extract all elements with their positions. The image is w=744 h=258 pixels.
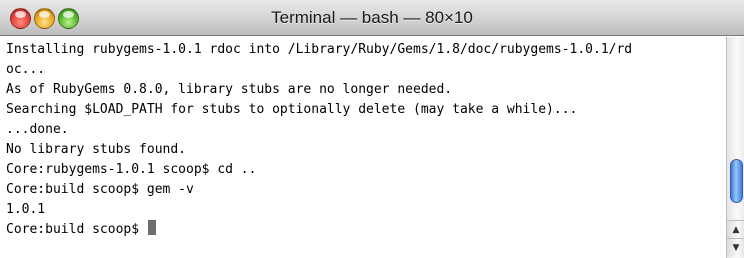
- text-cursor: [147, 220, 156, 235]
- terminal-line: As of RubyGems 0.8.0, library stubs are …: [6, 82, 453, 97]
- terminal-line: ...done.: [6, 122, 69, 137]
- terminal-line: 1.0.1: [6, 202, 46, 217]
- terminal-line: No library stubs found.: [6, 142, 187, 157]
- terminal-window: Terminal — bash — 80×10 Installing rubyg…: [0, 0, 744, 258]
- terminal-line: Core:build scoop$ gem -v: [6, 182, 194, 197]
- terminal-line: Core:rubygems-1.0.1 scoop$ cd ..: [6, 162, 257, 177]
- vertical-scrollbar[interactable]: ▲ ▼: [726, 37, 744, 258]
- scrollbar-thumb[interactable]: [730, 159, 743, 203]
- prompt-text: Core:build scoop$: [6, 222, 147, 237]
- terminal-line: Installing rubygems-1.0.1 rdoc into /Lib…: [6, 42, 633, 57]
- arrow-down-icon[interactable]: ▼: [727, 238, 744, 256]
- window-title: Terminal — bash — 80×10: [271, 8, 473, 27]
- prompt-line[interactable]: Core:build scoop$: [6, 220, 726, 240]
- arrow-up-icon[interactable]: ▲: [727, 220, 744, 238]
- terminal-line: Searching $LOAD_PATH for stubs to option…: [6, 102, 578, 117]
- terminal-line: oc...: [6, 62, 46, 77]
- title-bar[interactable]: Terminal — bash — 80×10: [0, 0, 744, 36]
- terminal-output[interactable]: Installing rubygems-1.0.1 rdoc into /Lib…: [0, 37, 726, 258]
